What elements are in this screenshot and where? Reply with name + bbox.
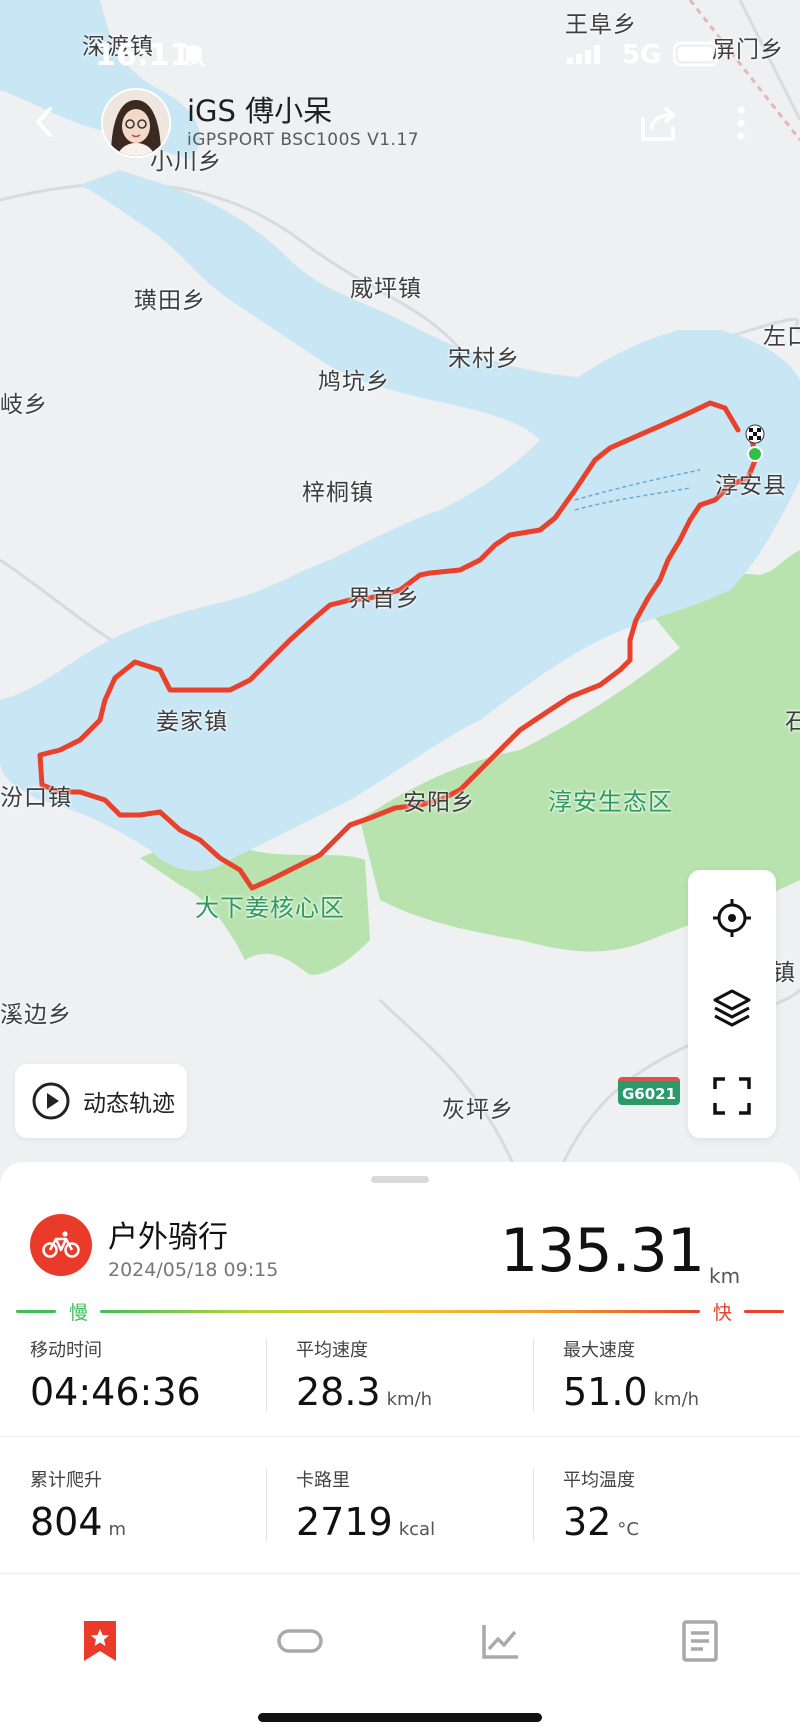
distance-unit: km <box>709 1264 741 1288</box>
stat-elevation-gain: 累计爬升 804 m <box>30 1466 260 1544</box>
share-button[interactable] <box>636 100 682 146</box>
place-label: 岐乡 <box>0 392 48 418</box>
play-icon <box>32 1082 70 1120</box>
avatar[interactable] <box>101 88 171 158</box>
stat-value: 804 m <box>30 1500 127 1544</box>
sheet-drag-handle[interactable] <box>371 1176 429 1183</box>
place-label-park: 淳安生态区 <box>548 788 673 816</box>
stat-label: 平均速度 <box>296 1340 368 1361</box>
stat-calories: 卡路里 2719 kcal <box>296 1466 526 1544</box>
home-indicator[interactable] <box>258 1713 542 1722</box>
bookmark-star-icon <box>84 1621 116 1661</box>
stat-label: 移动时间 <box>30 1340 102 1361</box>
place-label: 石 <box>785 709 800 735</box>
stat-value: 2719 kcal <box>296 1500 436 1544</box>
map-controls <box>688 870 776 1138</box>
bottom-tab-bar <box>0 1575 800 1734</box>
place-label: 鸠坑乡 <box>318 369 390 395</box>
place-label: 梓桐镇 <box>302 480 374 506</box>
bicycle-icon <box>42 1231 80 1258</box>
activity-type: 户外骑行 <box>108 1220 228 1255</box>
chevron-left-icon <box>36 107 52 137</box>
stat-avg-temperature: 平均温度 32 °C <box>563 1466 793 1544</box>
capsule-icon <box>277 1629 323 1653</box>
network-label: 5G <box>622 40 662 70</box>
place-label: 溪边乡 <box>0 1002 72 1028</box>
stat-label: 卡路里 <box>296 1470 350 1491</box>
place-label: 宋村乡 <box>448 346 520 372</box>
back-button[interactable] <box>24 100 64 144</box>
place-label: 汾口镇 <box>0 785 72 811</box>
status-time: 16:11 <box>95 38 191 73</box>
signal-icon <box>566 42 608 68</box>
stat-value: 04:46:36 <box>30 1370 201 1414</box>
speed-fast-label: 快 <box>713 1302 733 1324</box>
fullscreen-button[interactable] <box>708 1072 756 1120</box>
tab-charts[interactable] <box>470 1611 530 1671</box>
stat-value: 28.3 km/h <box>296 1370 433 1414</box>
place-label: 威坪镇 <box>350 276 422 302</box>
activity-datetime: 2024/05/18 09:15 <box>108 1259 279 1281</box>
bell-off-icon <box>180 40 208 70</box>
more-vertical-icon <box>737 106 745 140</box>
battery-icon <box>673 41 723 67</box>
layers-button[interactable] <box>708 984 756 1032</box>
activity-summary-sheet: 户外骑行 2024/05/18 09:15 135.31 km 慢 快 移动时间… <box>0 1162 800 1572</box>
layers-icon <box>713 989 751 1027</box>
tab-device[interactable] <box>270 1611 330 1671</box>
tab-details[interactable] <box>670 1611 730 1671</box>
finish-flag-marker <box>745 424 765 444</box>
device-name: iGPSPORT BSC100S V1.17 <box>187 130 420 150</box>
stat-avg-speed: 平均速度 28.3 km/h <box>296 1336 526 1414</box>
stat-max-speed: 最大速度 51.0 km/h <box>563 1336 793 1414</box>
place-label: 王阜乡 <box>565 12 637 38</box>
stat-moving-time: 移动时间 04:46:36 <box>30 1336 260 1414</box>
line-chart-icon <box>482 1625 518 1659</box>
share-icon <box>641 106 676 141</box>
stat-label: 最大速度 <box>563 1340 635 1361</box>
speed-slow-label: 慢 <box>69 1302 89 1324</box>
total-distance: 135.31 <box>500 1216 705 1286</box>
tab-summary[interactable] <box>70 1611 130 1671</box>
document-icon <box>682 1620 718 1662</box>
place-label: 姜家镇 <box>156 709 228 735</box>
locate-button[interactable] <box>708 894 756 942</box>
place-label-park: 大下姜核心区 <box>195 894 345 922</box>
track-playback-button[interactable]: 动态轨迹 <box>15 1064 187 1138</box>
fullscreen-icon <box>713 1077 751 1115</box>
track-playback-label: 动态轨迹 <box>83 1091 175 1117</box>
place-label: 淳安县 <box>715 473 787 499</box>
stat-label: 平均温度 <box>563 1470 635 1491</box>
user-name: iGS 傅小呆 <box>187 94 333 128</box>
locate-icon <box>713 899 751 937</box>
place-label: 灰坪乡 <box>442 1097 514 1123</box>
stat-value: 51.0 km/h <box>563 1370 700 1414</box>
sport-type-badge <box>30 1214 92 1276</box>
place-label: 界首乡 <box>348 586 420 612</box>
stat-label: 累计爬升 <box>30 1470 102 1491</box>
speed-scale-legend: 慢 快 <box>16 1302 784 1324</box>
place-label: 左口 <box>763 324 800 350</box>
road-badge: G6021 <box>618 1077 680 1105</box>
place-label: 璜田乡 <box>134 288 206 314</box>
more-button[interactable] <box>718 100 764 146</box>
stat-value: 32 °C <box>563 1500 639 1544</box>
place-label: 安阳乡 <box>403 790 475 816</box>
start-marker <box>747 446 763 462</box>
route-map[interactable]: 深渡镇 王阜乡 屏门乡 小川乡 璜田乡 威坪镇 左口 宋村乡 鸠坑乡 岐乡 梓桐… <box>0 0 800 1180</box>
